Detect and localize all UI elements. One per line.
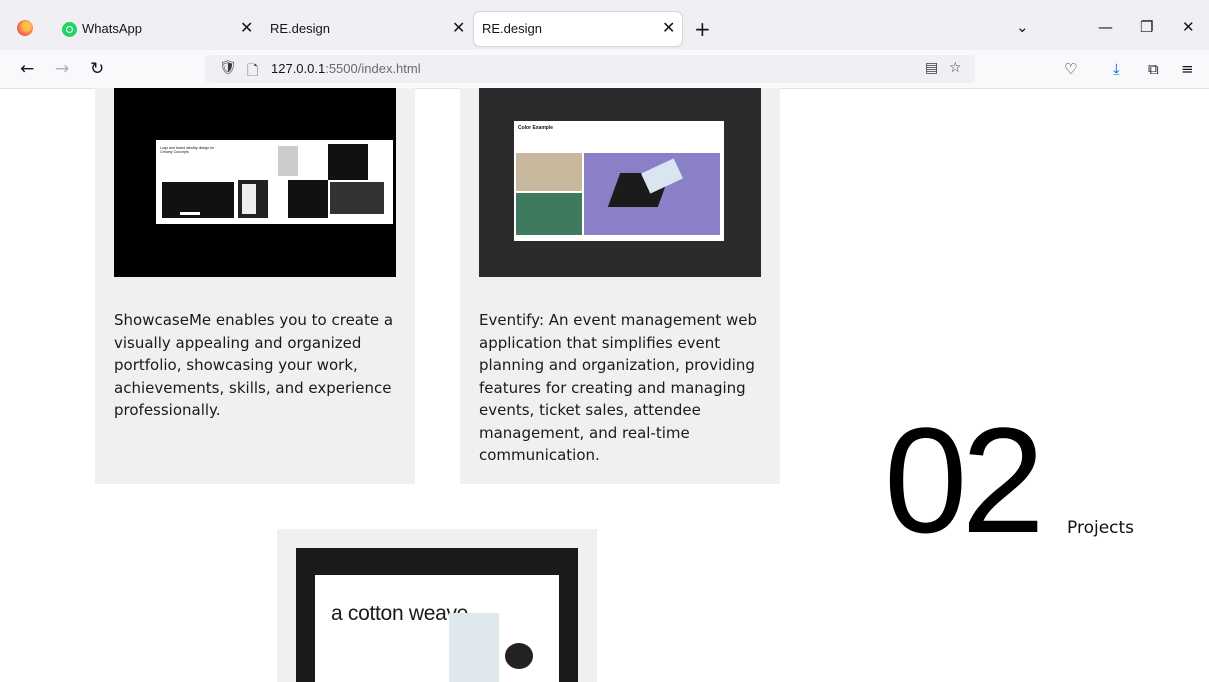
mockup-sheet: a cotton weave. bbox=[315, 575, 559, 682]
project-image: Logo and brand identity design for Cream… bbox=[114, 88, 396, 277]
tab-label: RE.design bbox=[482, 21, 542, 36]
add-to-bag-button bbox=[505, 643, 533, 669]
restore-icon[interactable]: ❐ bbox=[1140, 18, 1153, 36]
project-card-eventify[interactable]: Color Example Eventify: An event managem… bbox=[460, 88, 780, 484]
model-photo bbox=[449, 613, 499, 682]
reload-icon[interactable]: ↻ bbox=[90, 59, 104, 79]
project-image: Color Example bbox=[479, 88, 761, 277]
close-tab-icon[interactable]: ✕ bbox=[452, 18, 465, 38]
tab-label: WhatsApp bbox=[82, 21, 142, 36]
url-text[interactable]: 127.0.0.1:5500/index.html bbox=[271, 61, 421, 76]
mockup-sheet: Logo and brand identity design for Cream… bbox=[156, 140, 393, 224]
mockup-sheet: Color Example bbox=[514, 121, 724, 241]
bookmark-star-icon[interactable]: ☆ bbox=[949, 60, 962, 76]
menu-icon[interactable]: ≡ bbox=[1181, 60, 1194, 78]
tab-label: RE.design bbox=[270, 21, 330, 36]
page-icon[interactable]: 🗋 bbox=[247, 60, 258, 84]
new-tab-button[interactable]: + bbox=[694, 17, 711, 41]
project-count: 02 bbox=[884, 396, 1045, 564]
whatsapp-icon bbox=[62, 22, 77, 37]
project-card-showcaseme[interactable]: Logo and brand identity design for Cream… bbox=[95, 88, 415, 484]
download-icon[interactable]: ⤓ bbox=[1113, 60, 1120, 78]
browser-nav-bar: ← → ↻ 🛡 🗋 127.0.0.1:5500/index.html ▤ ☆ … bbox=[0, 50, 1209, 89]
close-tab-icon[interactable]: ✕ bbox=[240, 18, 253, 38]
sunburst-logo-icon bbox=[180, 192, 200, 215]
tab-redesign[interactable]: RE.design ✕ bbox=[262, 12, 470, 46]
project-count-label: Projects bbox=[1067, 518, 1135, 538]
project-description: ShowcaseMe enables you to create a visua… bbox=[114, 311, 394, 419]
tab-whatsapp[interactable]: WhatsApp ✕ bbox=[50, 12, 262, 46]
back-icon[interactable]: ← bbox=[20, 59, 34, 79]
project-card-cotton-weave[interactable]: a cotton weave. bbox=[277, 529, 597, 682]
close-tab-icon[interactable]: ✕ bbox=[662, 18, 675, 38]
project-image: a cotton weave. bbox=[296, 548, 578, 682]
mockup-title: Color Example bbox=[518, 125, 554, 131]
reader-view-icon[interactable]: ▤ bbox=[925, 60, 938, 76]
list-all-tabs-icon[interactable]: ⌄ bbox=[1016, 18, 1029, 36]
shield-icon[interactable]: 🛡 bbox=[219, 60, 237, 76]
mockup-title: Logo and brand identity design for Cream… bbox=[160, 146, 215, 154]
project-description: Eventify: An event management web applic… bbox=[479, 311, 758, 464]
address-bar[interactable]: 🛡 🗋 127.0.0.1:5500/index.html ▤ ☆ bbox=[205, 55, 975, 83]
browser-tab-bar: WhatsApp ✕ RE.design ✕ RE.design ✕ + ⌄ —… bbox=[0, 0, 1209, 50]
firefox-logo-icon[interactable] bbox=[17, 20, 33, 36]
extensions-icon[interactable]: ⧉ bbox=[1148, 60, 1159, 78]
tab-redesign-active[interactable]: RE.design ✕ bbox=[474, 12, 682, 46]
forward-icon[interactable]: → bbox=[55, 59, 69, 79]
pocket-icon[interactable]: ♡ bbox=[1064, 60, 1077, 78]
minimize-icon[interactable]: — bbox=[1098, 18, 1113, 36]
close-window-icon[interactable]: ✕ bbox=[1182, 18, 1195, 36]
